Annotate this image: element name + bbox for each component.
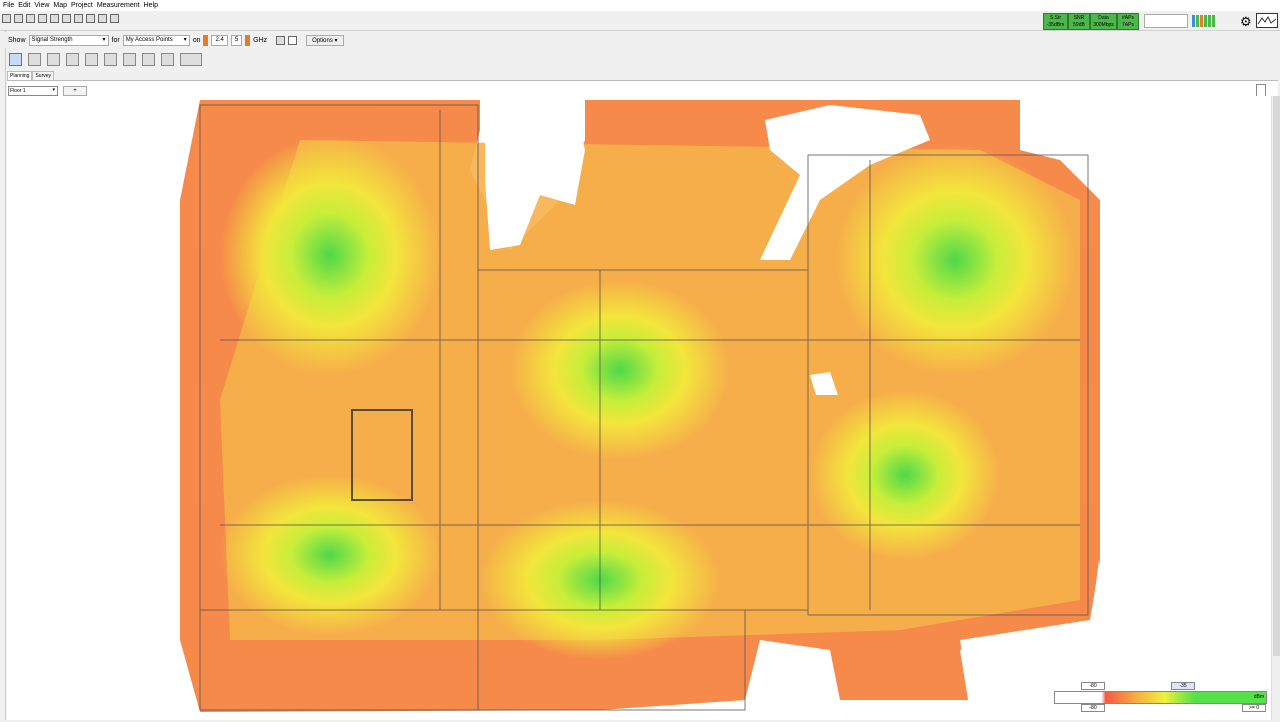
vertical-scrollbar[interactable] bbox=[1271, 96, 1280, 720]
channel-icon[interactable] bbox=[180, 52, 202, 66]
legend-gradient[interactable] bbox=[1054, 691, 1267, 704]
show-label: Show bbox=[8, 36, 26, 44]
menu-file[interactable]: File bbox=[3, 2, 14, 9]
show-select[interactable]: Signal Strength bbox=[28, 34, 109, 46]
add-floor-button[interactable]: + bbox=[63, 86, 87, 96]
band-2g-label[interactable]: 2.4 bbox=[211, 34, 228, 46]
zoom-in-icon[interactable] bbox=[74, 14, 83, 23]
floor-bar: Floor 1 + bbox=[7, 80, 1278, 96]
zoom-fit-icon[interactable] bbox=[50, 14, 59, 23]
save-icon[interactable] bbox=[14, 14, 23, 23]
stairs-icon[interactable] bbox=[85, 52, 98, 66]
legend-upper[interactable]: >= 0 bbox=[1242, 704, 1266, 712]
checkbox-icon[interactable] bbox=[288, 35, 298, 45]
menu-map[interactable]: Map bbox=[53, 2, 67, 9]
menu-edit[interactable]: Edit bbox=[18, 2, 30, 9]
door-icon[interactable] bbox=[66, 52, 79, 66]
zoom-out-icon[interactable] bbox=[62, 14, 71, 23]
menu-measurement[interactable]: Measurement bbox=[97, 2, 140, 9]
for-select[interactable]: My Access Points bbox=[122, 34, 190, 46]
gear-icon[interactable]: ⚙ bbox=[1240, 14, 1252, 30]
mini-readout[interactable] bbox=[1144, 14, 1188, 28]
open-icon[interactable] bbox=[2, 14, 11, 23]
wall-icon[interactable] bbox=[28, 52, 41, 66]
pointer-icon[interactable] bbox=[9, 52, 22, 66]
area-icon[interactable] bbox=[47, 52, 60, 66]
band-5g-toggle[interactable] bbox=[245, 34, 251, 46]
monitor-icon[interactable] bbox=[1256, 13, 1278, 28]
tab-planning[interactable]: Planning bbox=[7, 71, 33, 80]
menu-help[interactable]: Help bbox=[144, 2, 158, 9]
legend-max[interactable]: -35 bbox=[1171, 682, 1195, 690]
draw-toolbar bbox=[0, 49, 1280, 69]
printer-icon[interactable] bbox=[104, 52, 117, 66]
left-dock bbox=[0, 31, 6, 720]
tab-survey[interactable]: Survey bbox=[32, 71, 55, 80]
export-icon[interactable] bbox=[38, 14, 47, 23]
floor-select[interactable]: Floor 1 bbox=[8, 86, 58, 96]
status-stats: S.Str -35dBm SNR 59dB Data 300Mbps #APs 7APs bbox=[1043, 13, 1139, 30]
ghz-label: GHz bbox=[253, 36, 268, 44]
stat-aps[interactable]: #APs 7APs bbox=[1117, 13, 1139, 30]
cabinet-icon[interactable] bbox=[123, 52, 136, 66]
truck-icon[interactable] bbox=[161, 52, 174, 66]
stat-signal[interactable]: S.Str -35dBm bbox=[1043, 13, 1068, 30]
refresh-icon[interactable] bbox=[276, 35, 286, 45]
menu-bar: File Edit View Map Project Measurement H… bbox=[0, 0, 1280, 11]
band-2g-toggle[interactable] bbox=[203, 34, 209, 46]
heatmap-canvas[interactable] bbox=[7, 96, 1271, 720]
signal-legend: -80 -35 dBm -80 >= 0 bbox=[1054, 682, 1267, 714]
menu-project[interactable]: Project bbox=[71, 2, 93, 9]
factory-icon[interactable] bbox=[142, 52, 155, 66]
scroll-thumb[interactable] bbox=[1273, 96, 1280, 656]
undo-icon[interactable] bbox=[98, 14, 107, 23]
chart-icon[interactable] bbox=[86, 14, 95, 23]
legend-lower[interactable]: -80 bbox=[1081, 704, 1105, 712]
mode-tabs: Planning Survey bbox=[7, 71, 55, 80]
on-label: on bbox=[192, 36, 201, 44]
signal-bars-icon[interactable] bbox=[1192, 15, 1215, 27]
band-5g-label[interactable]: 5 bbox=[230, 34, 243, 46]
for-label: for bbox=[111, 36, 120, 44]
legend-unit: dBm bbox=[1253, 694, 1264, 700]
redo-icon[interactable] bbox=[110, 14, 119, 23]
print-icon[interactable] bbox=[26, 14, 35, 23]
legend-min[interactable]: -80 bbox=[1081, 682, 1105, 690]
stat-data[interactable]: Data 300Mbps bbox=[1090, 13, 1117, 30]
stat-snr[interactable]: SNR 59dB bbox=[1068, 13, 1090, 30]
heatmap-svg[interactable] bbox=[7, 96, 1271, 720]
view-toolbar: Show Signal Strength for My Access Point… bbox=[0, 32, 1280, 48]
menu-view[interactable]: View bbox=[34, 2, 49, 9]
options-button[interactable]: Options ▾ bbox=[306, 34, 344, 46]
